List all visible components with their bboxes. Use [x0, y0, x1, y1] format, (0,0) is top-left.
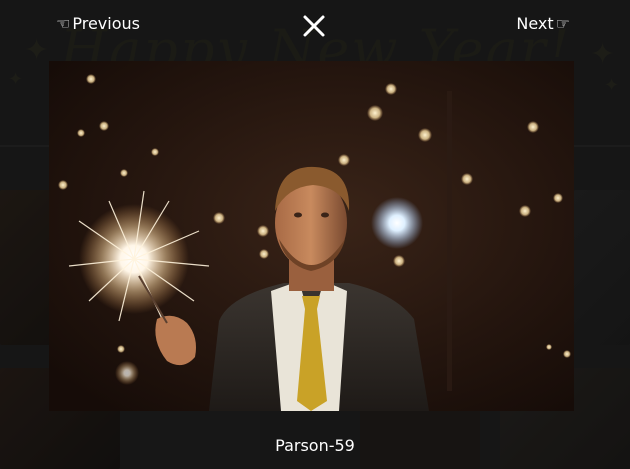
- next-button[interactable]: Next ☞: [516, 14, 570, 33]
- pointing-hand-left-icon: ☜: [56, 13, 71, 33]
- photo-caption: Parson-59: [275, 436, 355, 455]
- close-icon: [303, 15, 325, 37]
- previous-label: Previous: [72, 14, 140, 33]
- lightbox-page: Happy New Year! ✦ ✦ ✦ ✦ ☜ Previous Next …: [0, 0, 630, 469]
- lightbox-photo: [49, 61, 574, 411]
- sparkler-portrait-photo: [49, 61, 574, 411]
- previous-button[interactable]: ☜ Previous: [56, 14, 140, 33]
- close-button[interactable]: [302, 14, 326, 38]
- next-label: Next: [516, 14, 554, 33]
- sparkler-right: [371, 197, 423, 249]
- pointing-hand-right-icon: ☞: [555, 13, 570, 33]
